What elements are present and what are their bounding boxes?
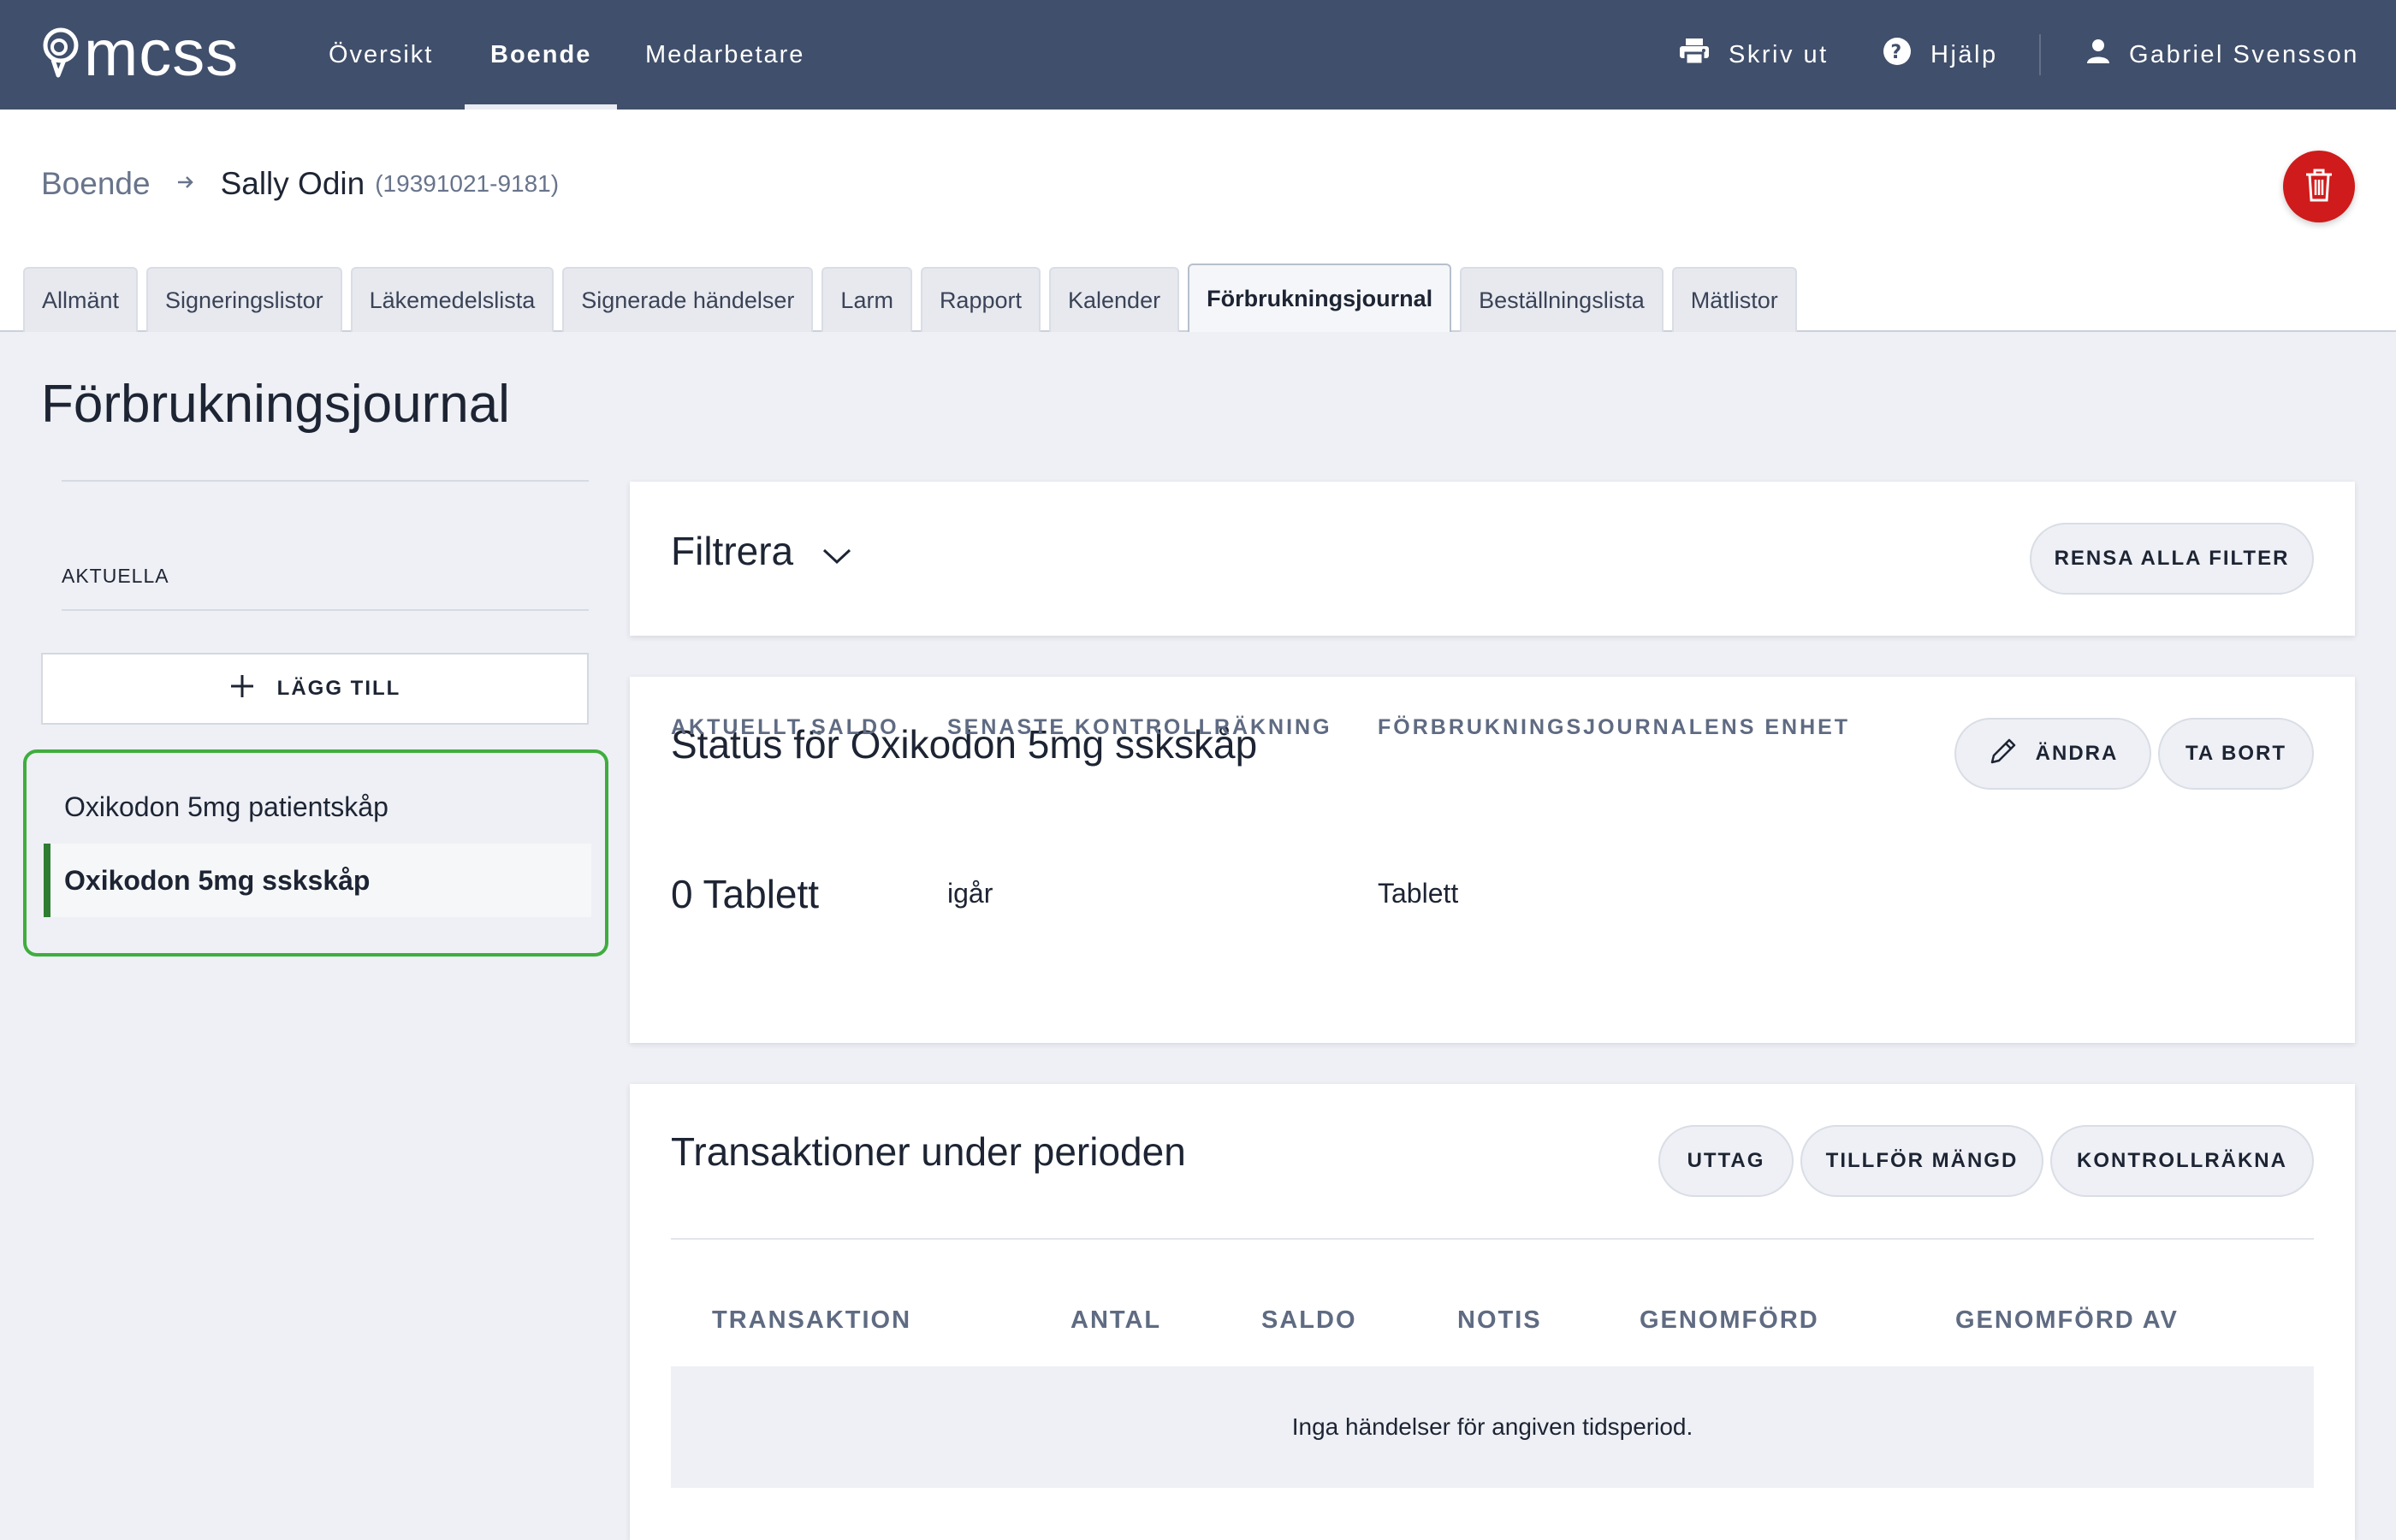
nav-medarbetare[interactable]: Medarbetare <box>645 0 804 110</box>
tab-signerade-handelser[interactable]: Signerade händelser <box>562 267 814 332</box>
tab-forbrukningsjournal[interactable]: Förbrukningsjournal <box>1188 264 1452 332</box>
column-header-completed-by[interactable]: GENOMFÖRD AV <box>1955 1306 2179 1335</box>
remove-journal-button[interactable]: TA BORT <box>2158 718 2314 790</box>
add-journal-button[interactable]: LÄGG TILL <box>41 653 589 725</box>
filter-title: Filtrera <box>671 529 794 573</box>
page-title: Förbrukningsjournal <box>41 375 510 434</box>
nav-boende[interactable]: Boende <box>464 0 618 110</box>
breadcrumb-patient-id: (19391021-9181) <box>375 170 560 197</box>
filter-toggle[interactable]: Filtrera <box>671 528 851 574</box>
plus-icon <box>229 673 255 705</box>
tab-matlistor[interactable]: Mätlistor <box>1671 267 1797 332</box>
edit-button[interactable]: ÄNDRA <box>1954 718 2151 790</box>
nav-oversikt[interactable]: Översikt <box>329 0 433 110</box>
count-button[interactable]: KONTROLLRÄKNA <box>2050 1125 2314 1197</box>
tab-kalender[interactable]: Kalender <box>1049 267 1180 332</box>
column-header-amount[interactable]: ANTAL <box>1070 1306 1161 1335</box>
trash-icon <box>2304 168 2334 206</box>
logo-text: mcss <box>84 17 240 90</box>
arrow-right-icon <box>176 169 195 198</box>
tab-allmant[interactable]: Allmänt <box>23 267 139 332</box>
svg-text:?: ? <box>1890 42 1903 63</box>
printer-icon <box>1679 38 1710 72</box>
logo-icon <box>41 26 80 83</box>
patient-header: Boende Sally Odin (19391021-9181) Allmän… <box>0 110 2396 332</box>
column-header-note[interactable]: NOTIS <box>1457 1306 1542 1335</box>
tab-larm[interactable]: Larm <box>821 267 912 332</box>
print-label: Skriv ut <box>1729 40 1829 68</box>
help-label: Hjälp <box>1930 40 1998 68</box>
balance-label: AKTUELLT SALDO <box>671 715 899 739</box>
column-header-transaction[interactable]: TRANSAKTION <box>712 1306 911 1335</box>
unit-value: Tablett <box>1378 878 1459 909</box>
chevron-down-icon <box>822 528 851 574</box>
unit-label: FÖRBRUKNINGSJOURNALENS ENHET <box>1378 715 1851 739</box>
list-item-selected[interactable]: Oxikodon 5mg sskskåp <box>44 844 591 917</box>
app-logo[interactable]: mcss <box>41 17 240 90</box>
transactions-title: Transaktioner under perioden <box>671 1129 1186 1174</box>
top-navigation: mcss Översikt Boende Medarbetare Skriv u… <box>0 0 2396 110</box>
clear-filters-button[interactable]: RENSA ALLA FILTER <box>2030 523 2314 595</box>
edit-label: ÄNDRA <box>2035 742 2119 765</box>
nav-divider <box>2039 34 2041 75</box>
tab-rapport[interactable]: Rapport <box>920 267 1041 332</box>
transactions-divider <box>671 1238 2314 1240</box>
pencil-icon <box>1988 736 2019 773</box>
sidebar-divider <box>62 480 589 482</box>
delete-patient-button[interactable] <box>2283 151 2355 222</box>
journal-list: Oxikodon 5mg patientskåp Oxikodon 5mg ss… <box>23 749 608 957</box>
help-button[interactable]: ? Hjälp <box>1883 0 1998 110</box>
column-header-completed[interactable]: GENOMFÖRD <box>1640 1306 1819 1335</box>
add-journal-label: LÄGG TILL <box>276 677 401 700</box>
patient-tabs: Allmänt Signeringslistor Läkemedelslista… <box>23 264 1797 332</box>
tab-lakemedelslista[interactable]: Läkemedelslista <box>350 267 555 332</box>
sidebar-section-label: AKTUELLA <box>62 565 169 587</box>
user-icon <box>2086 38 2110 71</box>
user-name: Gabriel Svensson <box>2129 40 2359 68</box>
help-icon: ? <box>1883 37 1912 73</box>
empty-state-text: Inga händelser för angiven tidsperiod. <box>1291 1413 1693 1440</box>
breadcrumb-boende-link[interactable]: Boende <box>41 166 151 202</box>
empty-state-row: Inga händelser för angiven tidsperiod. <box>671 1366 2314 1488</box>
withdraw-button[interactable]: UTTAG <box>1658 1125 1794 1197</box>
tab-signeringslistor[interactable]: Signeringslistor <box>146 267 342 332</box>
last-count-value: igår <box>947 878 993 909</box>
user-menu[interactable]: Gabriel Svensson <box>2086 0 2359 110</box>
balance-value: 0 Tablett <box>671 872 820 916</box>
column-header-balance[interactable]: SALDO <box>1261 1306 1357 1335</box>
add-amount-button[interactable]: TILLFÖR MÄNGD <box>1800 1125 2043 1197</box>
list-item[interactable]: Oxikodon 5mg patientskåp <box>44 770 591 844</box>
print-button[interactable]: Skriv ut <box>1679 0 1829 110</box>
breadcrumb: Boende Sally Odin (19391021-9181) <box>41 166 559 202</box>
tab-bestallningslista[interactable]: Beställningslista <box>1460 267 1664 332</box>
filter-card: Filtrera RENSA ALLA FILTER <box>630 482 2355 636</box>
last-count-label: SENASTE KONTROLLRÄKNING <box>947 715 1332 739</box>
breadcrumb-patient-name: Sally Odin <box>220 166 365 201</box>
sidebar-divider <box>62 609 589 611</box>
